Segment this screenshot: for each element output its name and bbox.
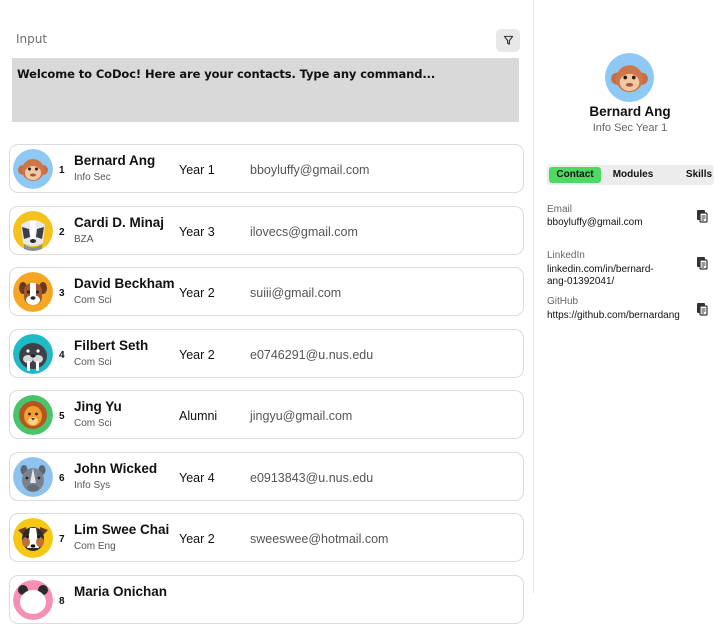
- contact-email: sweeswee@hotmail.com: [250, 532, 389, 546]
- copy-email-icon[interactable]: [695, 209, 709, 223]
- contact-card[interactable]: 6 John Wicked Info Sys Year 4 e0913843@u…: [9, 452, 524, 501]
- contact-card[interactable]: 5 Jing Yu Com Sci Alumni jingyu@gmail.co…: [9, 390, 524, 439]
- contact-card[interactable]: 2 Cardi D. Minaj BZA Year 3 ilovecs@gmai…: [9, 206, 524, 255]
- linkedin-field-label: LinkedIn: [547, 250, 585, 261]
- github-field-label: GitHub: [547, 296, 579, 307]
- filter-button[interactable]: [496, 29, 520, 52]
- contact-card[interactable]: 4 Filbert Seth Com Sci Year 2 e0746291@u…: [9, 329, 524, 378]
- contact-year: Year 4: [179, 471, 215, 485]
- tab-skills[interactable]: Skills: [671, 167, 726, 183]
- contact-card[interactable]: 8 Maria Onichan: [9, 575, 524, 624]
- contact-dept: Com Sci: [74, 418, 112, 429]
- main-panel: Input Welcome to CoDoc! Here are your co…: [0, 0, 534, 624]
- badger-avatar: [13, 211, 53, 251]
- filter-icon: [503, 35, 513, 45]
- walrus-avatar: [13, 334, 53, 374]
- contact-index: 7: [59, 534, 65, 545]
- contact-card[interactable]: 3 David Beckham Com Sci Year 2 suiii@gma…: [9, 267, 524, 316]
- tab-modules[interactable]: Modules: [607, 167, 659, 183]
- contact-email: suiii@gmail.com: [250, 286, 342, 300]
- contact-dept: Info Sec: [74, 172, 111, 183]
- email-field-value: bboyluffy@gmail.com: [547, 217, 643, 228]
- contact-dept: Com Sci: [74, 357, 112, 368]
- copy-github-icon[interactable]: [695, 302, 709, 316]
- contact-name: Lim Swee Chai: [74, 522, 170, 537]
- contact-index: 3: [59, 288, 65, 299]
- profile-name: Bernard Ang: [589, 104, 671, 119]
- contact-index: 4: [59, 350, 65, 361]
- contact-name: Cardi D. Minaj: [74, 215, 165, 230]
- contact-index: 2: [59, 227, 65, 238]
- contact-name: Jing Yu: [74, 399, 122, 414]
- contact-name: Maria Onichan: [74, 584, 168, 599]
- dog-avatar: [13, 272, 53, 312]
- contact-dept: BZA: [74, 234, 94, 245]
- contact-year: Year 3: [179, 225, 215, 239]
- contact-name: Bernard Ang: [74, 153, 156, 168]
- contact-dept: Com Sci: [74, 295, 112, 306]
- contact-year: Year 2: [179, 532, 215, 546]
- contact-dept: Info Sys: [74, 480, 111, 491]
- tab-contact[interactable]: Contact: [549, 167, 601, 183]
- email-field-label: Email: [547, 204, 573, 215]
- contact-card[interactable]: 7 Lim Swee Chai Com Eng Year 2 sweeswee@…: [9, 513, 524, 562]
- copy-linkedin-icon[interactable]: [695, 256, 709, 270]
- contact-email: e0913843@u.nus.edu: [250, 471, 374, 485]
- input-label: Input: [16, 32, 48, 46]
- contact-year: Year 2: [179, 286, 215, 300]
- profile-panel: Bernard Ang Info Sec Year 1 Contact Modu…: [534, 0, 726, 593]
- contact-name: John Wicked: [74, 461, 158, 476]
- lion-avatar: [13, 395, 53, 435]
- contact-year: Year 2: [179, 348, 215, 362]
- collie-avatar: [13, 518, 53, 558]
- contact-dept: Com Eng: [74, 541, 116, 552]
- profile-avatar: [605, 53, 654, 102]
- contact-index: 5: [59, 411, 65, 422]
- contact-email: ilovecs@gmail.com: [250, 225, 358, 239]
- contact-email: e0746291@u.nus.edu: [250, 348, 374, 362]
- linkedin-field-value: linkedin.com/in/bernard-ang-01392041/: [547, 264, 654, 287]
- output-message: Welcome to CoDoc! Here are your contacts…: [17, 67, 436, 81]
- monkey-avatar: [13, 149, 53, 189]
- contact-year: Year 1: [179, 163, 215, 177]
- contact-year: Alumni: [179, 409, 218, 423]
- contact-name: Filbert Seth: [74, 338, 149, 353]
- contact-card[interactable]: 1 Bernard Ang Info Sec Year 1 bboyluffy@…: [9, 144, 524, 193]
- contact-index: 1: [59, 165, 65, 176]
- profile-tabs: Contact Modules Skills: [547, 165, 714, 185]
- rhino-avatar: [13, 457, 53, 497]
- command-output-box[interactable]: Welcome to CoDoc! Here are your contacts…: [12, 58, 519, 122]
- contact-index: 6: [59, 473, 65, 484]
- contact-index: 8: [59, 596, 65, 607]
- contact-email: jingyu@gmail.com: [250, 409, 353, 423]
- contact-name: David Beckham: [74, 276, 175, 291]
- panda-avatar: [13, 580, 53, 620]
- contact-email: bboyluffy@gmail.com: [250, 163, 370, 177]
- github-field-value: https://github.com/bernardang: [547, 310, 680, 321]
- profile-subtitle: Info Sec Year 1: [592, 122, 668, 134]
